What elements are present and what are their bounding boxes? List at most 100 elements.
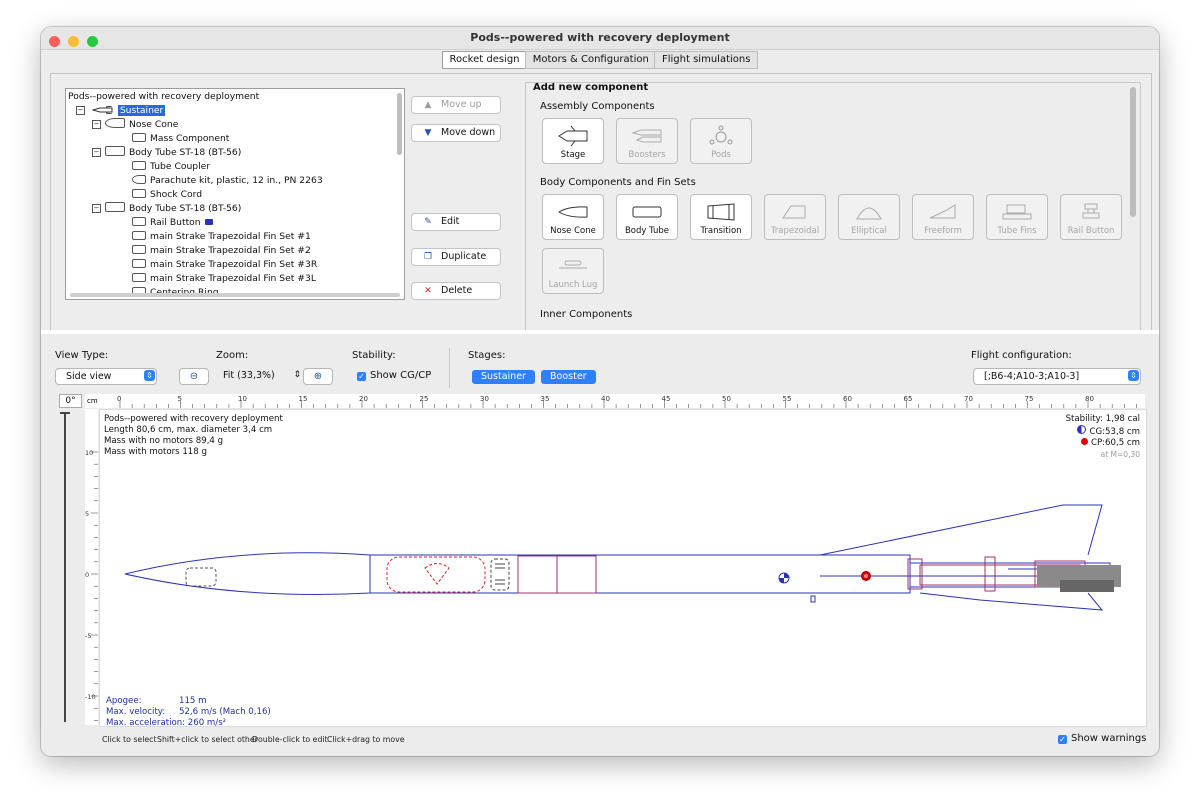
collapse-icon[interactable]: − <box>76 106 85 115</box>
view-type-select[interactable]: Side view ⇕ <box>55 368 157 385</box>
tree-item-body-tube-2[interactable]: − Body Tube ST-18 (BT-56) <box>92 202 241 216</box>
tree-item-fin-set-3l[interactable]: main Strake Trapezoidal Fin Set #3L <box>132 272 316 286</box>
move-down-label: Move down <box>441 127 496 138</box>
apogee-value: 115 m <box>179 696 207 706</box>
tree-item-label: main Strake Trapezoidal Fin Set #1 <box>150 231 311 242</box>
zoom-select[interactable]: Fit (33,3%) ⇕ <box>213 368 303 383</box>
sustainer-body-tube-outline <box>370 554 911 594</box>
add-body-tube-label: Body Tube <box>624 226 670 236</box>
top-ruler-label: 55 <box>783 395 792 403</box>
tree-item-shock-cord[interactable]: Shock Cord <box>132 188 202 202</box>
tab-motors-configuration[interactable]: Motors & Configuration <box>524 51 657 69</box>
rotation-slider-track[interactable] <box>64 412 66 722</box>
duplicate-label: Duplicate <box>441 251 487 262</box>
minimize-window-button[interactable] <box>67 36 79 47</box>
centering-ring-outline-2 <box>984 556 996 592</box>
tree-item-fin-set-3r[interactable]: main Strake Trapezoidal Fin Set #3R <box>132 258 317 272</box>
left-ruler-label: 0 <box>85 571 89 579</box>
add-trapezoidal-fins-button[interactable]: Trapezoidal <box>764 194 826 240</box>
add-pods-label: Pods <box>711 150 731 160</box>
tree-item-fin-set-1[interactable]: main Strake Trapezoidal Fin Set #1 <box>132 230 311 244</box>
add-tube-fins-button[interactable]: Tube Fins <box>986 194 1048 240</box>
fin-set-icon <box>132 245 146 254</box>
flight-config-select[interactable]: [;B6-4;A10-3;A10-3] ⇕ <box>973 368 1141 385</box>
add-boosters-label: Boosters <box>628 150 666 160</box>
zoom-out-button[interactable]: ⊖ <box>179 368 209 385</box>
add-freeform-fins-button[interactable]: Freeform <box>912 194 974 240</box>
component-tree[interactable]: Pods--powered with recovery deployment −… <box>65 88 405 300</box>
add-transition-button[interactable]: Transition <box>690 194 752 240</box>
mass-component-icon <box>132 133 146 142</box>
tree-item-rail-button[interactable]: Rail Button <box>132 216 213 230</box>
add-boosters-button[interactable]: Boosters <box>616 118 678 164</box>
tree-item-body-tube-1[interactable]: − Body Tube ST-18 (BT-56) <box>92 146 241 160</box>
close-window-button[interactable] <box>49 36 60 47</box>
add-nose-cone-button[interactable]: Nose Cone <box>542 194 604 240</box>
add-stage-button[interactable]: Stage <box>542 118 604 164</box>
collapse-icon[interactable]: − <box>92 204 101 213</box>
add-trapezoidal-label: Trapezoidal <box>770 226 820 236</box>
add-elliptical-fins-button[interactable]: Elliptical <box>838 194 900 240</box>
rocket-canvas[interactable]: Pods--powered with recovery deployment L… <box>99 409 1147 729</box>
rocket-icon <box>91 105 113 115</box>
edit-button[interactable]: ✎ Edit <box>411 213 501 231</box>
parachute-outline <box>386 556 486 593</box>
delete-icon: ✕ <box>424 286 432 296</box>
stage-sustainer-toggle[interactable]: Sustainer <box>472 370 535 384</box>
rocket-drawing[interactable] <box>100 410 1146 726</box>
move-down-button[interactable]: ▼ Move down <box>411 124 501 142</box>
add-launch-lug-button[interactable]: Launch Lug <box>542 248 604 294</box>
tree-item-tube-coupler[interactable]: Tube Coupler <box>132 160 210 174</box>
tree-item-nose-cone[interactable]: − Nose Cone <box>92 118 178 132</box>
left-ruler-label: -5 <box>85 632 91 640</box>
hint-select: Click to select <box>102 735 157 744</box>
show-cgcp-label: Show CG/CP <box>370 370 432 381</box>
zoom-in-button[interactable]: ⊕ <box>303 368 333 385</box>
add-rail-button-button[interactable]: Rail Button <box>1060 194 1122 240</box>
window-title: Pods--powered with recovery deployment <box>470 31 730 44</box>
tab-rocket-design[interactable]: Rocket design <box>441 51 528 69</box>
delete-button[interactable]: ✕ Delete <box>411 282 501 300</box>
tree-item-parachute[interactable]: Parachute kit, plastic, 12 in., PN 2263 <box>132 174 323 188</box>
toolbar-divider <box>449 348 450 388</box>
tree-item-sustainer[interactable]: − Sustainer <box>76 104 166 118</box>
duplicate-button[interactable]: ❐ Duplicate <box>411 248 501 266</box>
top-ruler: cm 0 5 10 15 20 25 30 35 40 45 50 55 60 65 70 75 80 <box>85 394 1145 408</box>
view-type-label: View Type: <box>55 350 109 361</box>
mass-component-outline <box>185 567 217 587</box>
tree-vertical-scrollbar[interactable] <box>397 93 402 155</box>
rotation-slider-thumb[interactable] <box>60 412 70 414</box>
add-pods-button[interactable]: Pods <box>690 118 752 164</box>
duplicate-icon: ❐ <box>423 252 433 262</box>
top-ruler-label: 50 <box>722 395 731 403</box>
tree-item-label: Shock Cord <box>150 189 203 200</box>
flight-summary: Apogee: 115 m Max. velocity: 52,6 m/s (Mac… <box>106 696 271 729</box>
nose-cone-icon <box>105 118 125 128</box>
collapse-icon[interactable]: − <box>92 148 101 157</box>
add-body-tube-button[interactable]: Body Tube <box>616 194 678 240</box>
tab-flight-simulations[interactable]: Flight simulations <box>654 51 759 69</box>
zoom-out-icon: ⊖ <box>189 371 199 382</box>
show-warnings-checkbox[interactable]: ✓ Show warnings <box>1058 733 1146 744</box>
stage-booster-toggle[interactable]: Booster <box>541 370 596 384</box>
move-up-button[interactable]: ▲ Move up <box>411 96 501 114</box>
cg-marker <box>778 572 790 584</box>
tree-horizontal-scrollbar[interactable] <box>70 293 400 297</box>
collapse-icon[interactable]: − <box>92 120 101 129</box>
add-panel-scrollbar[interactable] <box>1130 87 1136 217</box>
body-tube-icon <box>105 202 125 212</box>
zoom-label: Zoom: <box>216 350 249 361</box>
move-up-label: Move up <box>441 99 482 110</box>
tree-item-fin-set-2[interactable]: main Strake Trapezoidal Fin Set #2 <box>132 244 311 258</box>
tree-item-mass-component[interactable]: Mass Component <box>132 132 229 146</box>
tree-item-label: main Strake Trapezoidal Fin Set #3L <box>150 273 316 284</box>
left-ruler-label: 5 <box>85 510 89 518</box>
left-ruler-label: 10 <box>85 449 93 457</box>
tube-fins-icon <box>1002 204 1032 220</box>
tree-root[interactable]: Pods--powered with recovery deployment <box>68 90 259 104</box>
left-ruler-ticks: 10 5 0 -5 -10 <box>85 449 98 746</box>
delete-label: Delete <box>441 285 473 296</box>
assembly-section-title: Assembly Components <box>540 101 655 112</box>
zoom-window-button[interactable] <box>86 36 98 47</box>
show-cgcp-checkbox[interactable]: ✓ Show CG/CP <box>357 370 431 381</box>
